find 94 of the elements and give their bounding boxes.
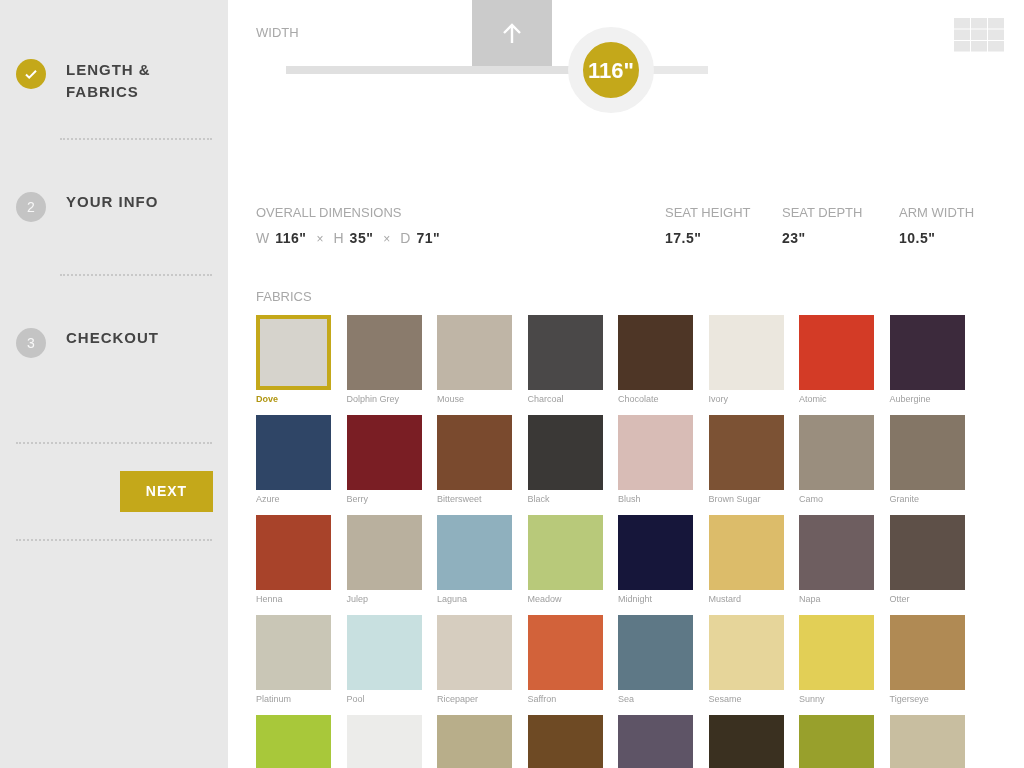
fabric-name: Sunny xyxy=(799,693,826,705)
fabric-swatch[interactable] xyxy=(708,715,784,768)
fabric-name: Ricepaper xyxy=(437,693,480,705)
fabric-name: Atomic xyxy=(799,393,828,405)
fabric-swatch[interactable] xyxy=(527,315,603,390)
axis-label: W xyxy=(256,229,270,248)
measurement-value: 23" xyxy=(782,229,807,248)
fabric-swatch[interactable] xyxy=(437,615,512,690)
fabric-name: Sea xyxy=(618,693,635,705)
fabric-swatch[interactable] xyxy=(618,615,693,690)
times-sign: × xyxy=(383,230,391,248)
fabric-name: Napa xyxy=(799,593,822,605)
fabric-name: Platinum xyxy=(256,693,292,705)
fabric-swatch[interactable] xyxy=(437,515,512,590)
fabric-swatch[interactable] xyxy=(256,315,331,390)
fabric-swatch[interactable] xyxy=(256,715,331,768)
fabric-swatch[interactable] xyxy=(799,415,874,490)
fabric-swatch[interactable] xyxy=(708,515,784,590)
scroll-up-button[interactable] xyxy=(472,0,552,68)
step-label[interactable]: CHECKOUT xyxy=(66,327,159,349)
fabric-swatch[interactable] xyxy=(889,315,965,390)
fabric-swatch[interactable] xyxy=(256,415,331,490)
fabric-name: Bittersweet xyxy=(437,493,483,505)
grid-view-icon[interactable] xyxy=(954,18,1004,52)
step-label[interactable]: YOUR INFO xyxy=(66,191,159,213)
fabric-swatch[interactable] xyxy=(889,615,965,690)
fabric-name: Pool xyxy=(346,693,366,705)
fabric-swatch[interactable] xyxy=(346,315,422,390)
fabric-swatch[interactable] xyxy=(708,615,784,690)
fabric-name: Saffron xyxy=(527,693,558,705)
fabric-swatch[interactable] xyxy=(799,615,874,690)
fabric-swatch[interactable] xyxy=(346,615,422,690)
fabric-name: Henna xyxy=(256,593,284,605)
fabric-swatch[interactable] xyxy=(618,515,693,590)
fabric-name: Blush xyxy=(618,493,642,505)
fabric-name: Aubergine xyxy=(889,393,932,405)
fabric-name: Black xyxy=(527,493,551,505)
fabric-swatch[interactable] xyxy=(527,615,603,690)
fabric-swatch[interactable] xyxy=(799,515,874,590)
fabric-name: Camo xyxy=(799,493,824,505)
fabric-name: Otter xyxy=(889,593,911,605)
fabric-name: Midnight xyxy=(618,593,654,605)
fabric-swatch[interactable] xyxy=(527,715,603,768)
fabric-name: Mustard xyxy=(708,593,742,605)
fabric-name: Julep xyxy=(346,593,369,605)
up-arrow-icon xyxy=(501,23,523,45)
fabric-swatch[interactable] xyxy=(346,415,422,490)
fabric-swatch[interactable] xyxy=(799,715,874,768)
fabric-name: Dolphin Grey xyxy=(346,393,401,405)
fabric-swatch[interactable] xyxy=(889,415,965,490)
dimension-value: 35" xyxy=(349,229,374,248)
measurement-label: SEAT HEIGHT xyxy=(665,205,752,220)
dimension-value: 71" xyxy=(416,229,441,248)
axis-label: H xyxy=(333,229,344,248)
fabric-name: Tigerseye xyxy=(889,693,930,705)
fabric-name: Berry xyxy=(346,493,369,505)
measurement-value: 10.5" xyxy=(899,229,937,248)
dimensions-label: OVERALL DIMENSIONS xyxy=(256,205,403,220)
measurement-value: 17.5" xyxy=(665,229,703,248)
axis-label: D xyxy=(400,229,411,248)
fabric-name: Sesame xyxy=(708,693,743,705)
fabric-name: Brown Sugar xyxy=(708,493,762,505)
fabric-name: Mouse xyxy=(437,393,465,405)
fabric-swatch[interactable] xyxy=(889,515,965,590)
fabric-name: Charcoal xyxy=(527,393,565,405)
fabric-swatch[interactable] xyxy=(618,315,693,390)
dimension-value: 116" xyxy=(275,229,307,248)
fabric-name: Azure xyxy=(256,493,281,505)
fabric-name: Ivory xyxy=(708,393,729,405)
fabric-swatch[interactable] xyxy=(708,415,784,490)
step-label[interactable]: LENGTH & FABRICS xyxy=(66,59,151,103)
fabric-name: Chocolate xyxy=(618,393,660,405)
fabric-swatch[interactable] xyxy=(708,315,784,390)
fabric-swatch[interactable] xyxy=(527,515,603,590)
fabric-swatch[interactable] xyxy=(618,415,693,490)
fabric-swatch[interactable] xyxy=(799,315,874,390)
fabric-swatch[interactable] xyxy=(527,415,603,490)
fabric-name: Laguna xyxy=(437,593,469,605)
fabric-swatch[interactable] xyxy=(618,715,693,768)
fabric-name: Meadow xyxy=(527,593,563,605)
fabric-swatch[interactable] xyxy=(346,515,422,590)
fabrics-label: FABRICS xyxy=(256,289,312,304)
fabric-swatch[interactable] xyxy=(437,715,512,768)
fabric-name: Granite xyxy=(889,493,920,505)
fabric-name: Dove xyxy=(256,393,279,405)
measurement-label: SEAT DEPTH xyxy=(782,205,864,220)
fabric-swatch[interactable] xyxy=(256,515,331,590)
width-label: WIDTH xyxy=(256,25,299,40)
fabric-swatch[interactable] xyxy=(437,315,512,390)
measurement-label: ARM WIDTH xyxy=(899,205,976,220)
fabric-swatch[interactable] xyxy=(437,415,512,490)
fabric-swatch[interactable] xyxy=(889,715,965,768)
fabric-swatch[interactable] xyxy=(256,615,331,690)
times-sign: × xyxy=(316,230,324,248)
